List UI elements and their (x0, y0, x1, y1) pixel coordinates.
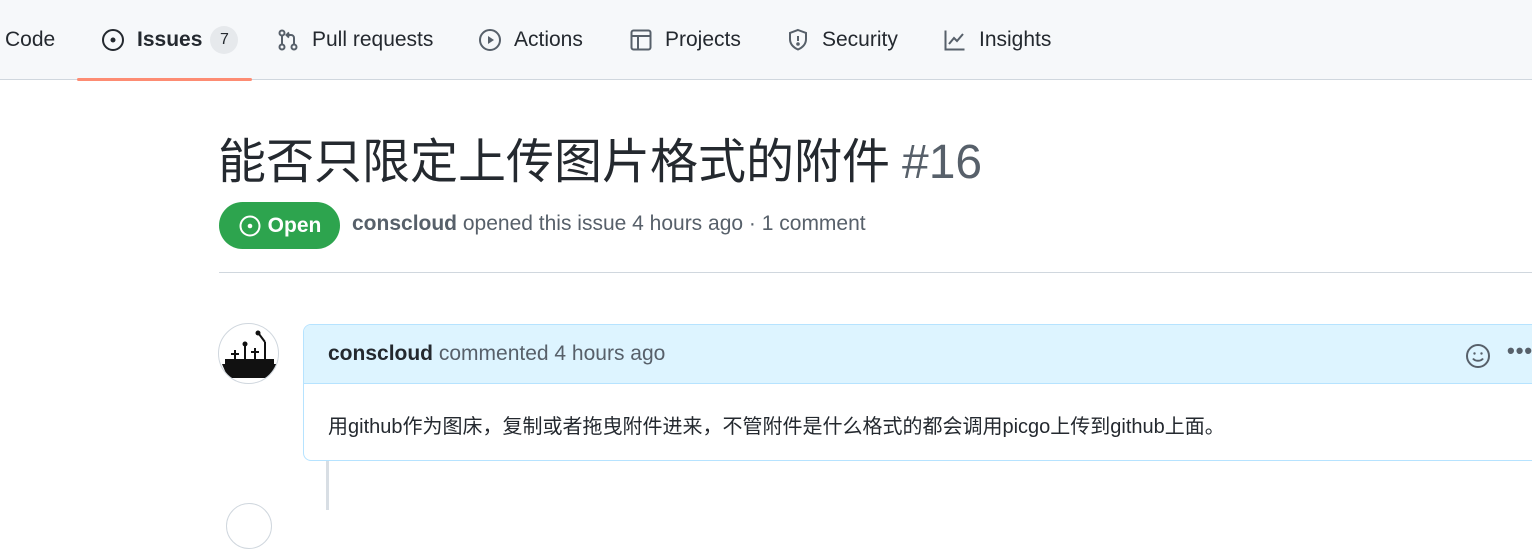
issue-state-label: Open (267, 213, 322, 237)
play-icon (478, 28, 502, 52)
comment-count: 1 comment (761, 212, 866, 235)
table-icon (629, 28, 653, 52)
avatar[interactable] (218, 323, 279, 384)
tab-label: Projects (665, 28, 741, 51)
tab-code[interactable]: Code (5, 0, 55, 80)
issue-meta: conscloud opened this issue 4 hours ago … (352, 212, 866, 236)
tab-label: Issues (137, 28, 203, 51)
tab-label: Pull requests (312, 28, 434, 51)
avatar-logo-icon (222, 330, 277, 378)
tab-label: Actions (514, 28, 583, 51)
issue-state-badge: Open (219, 202, 340, 249)
comment-box: conscloud commented 4 hours ago ••• 用git… (303, 324, 1532, 461)
issue-opened-icon (239, 215, 261, 236)
tab-label: Code (5, 28, 56, 51)
comment-body: 用github作为图床，复制或者拖曳附件进来，不管附件是什么格式的都会调用pic… (328, 416, 1225, 438)
tab-label: Insights (979, 28, 1052, 51)
kebab-horizontal-icon[interactable]: ••• (1507, 338, 1532, 364)
header-divider (219, 272, 1532, 273)
comment-timestamp[interactable]: commented 4 hours ago (439, 342, 665, 365)
shield-icon (786, 28, 810, 52)
issue-title: 能否只限定上传图片格式的附件 #16 (218, 132, 982, 194)
tab-issues[interactable]: Issues 7 (77, 0, 252, 81)
git-pull-request-icon (276, 28, 300, 52)
tab-label: Security (822, 28, 898, 51)
tab-pull-requests[interactable]: Pull requests (276, 0, 433, 80)
comment-header: conscloud commented 4 hours ago ••• (304, 325, 1532, 384)
tab-insights[interactable]: Insights (943, 0, 1051, 80)
repo-nav: Code Issues 7 Pull requests Actions Proj… (0, 0, 1532, 81)
timeline-line (326, 460, 329, 510)
issue-opened-icon (101, 28, 125, 52)
smiley-icon[interactable] (1465, 343, 1491, 369)
issue-number: #16 (902, 136, 983, 189)
tab-projects[interactable]: Projects (629, 0, 741, 80)
graph-icon (943, 28, 967, 52)
issues-counter: 7 (210, 26, 239, 54)
tab-actions[interactable]: Actions (478, 0, 583, 80)
tab-security[interactable]: Security (786, 0, 898, 80)
comment-byline: conscloud commented 4 hours ago (328, 342, 665, 366)
issue-opened-text: opened this issue 4 hours ago (462, 212, 744, 235)
issue-title-text: 能否只限定上传图片格式的附件 (218, 136, 891, 189)
meta-separator: · (748, 212, 756, 235)
comment-author-link[interactable]: conscloud (328, 342, 433, 365)
issue-author-link[interactable]: conscloud (352, 212, 457, 235)
